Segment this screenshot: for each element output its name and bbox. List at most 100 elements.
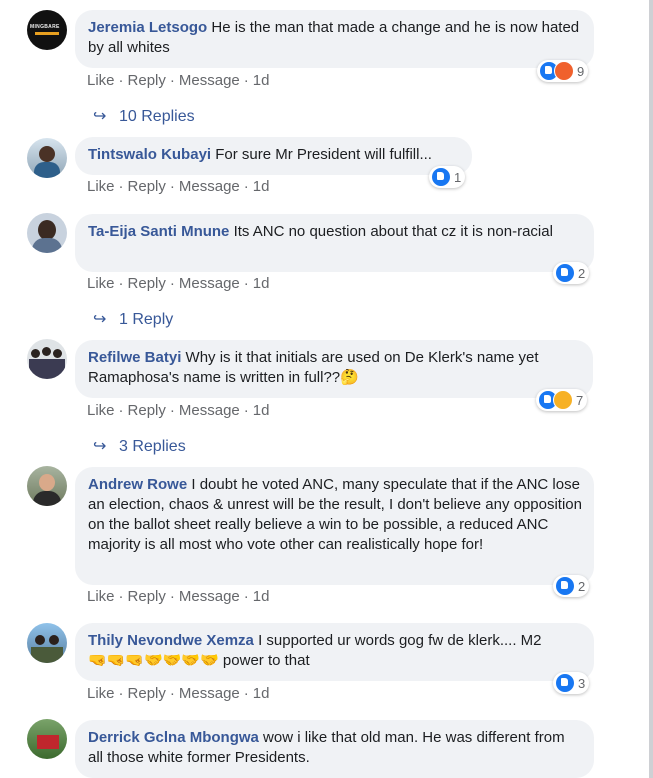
- message-link[interactable]: Message: [179, 275, 240, 292]
- avatar-figure: [32, 238, 62, 253]
- avatar-figure: [33, 491, 61, 506]
- comment-author[interactable]: Andrew Rowe: [88, 476, 187, 493]
- haha-reaction-icon: [553, 390, 573, 410]
- reply-link[interactable]: Reply: [128, 685, 166, 702]
- like-link[interactable]: Like: [87, 685, 115, 702]
- avatar[interactable]: [27, 466, 67, 506]
- comment-author[interactable]: Derrick Gclna Mbongwa: [88, 729, 259, 746]
- comment-text: Its ANC no question about that cz it is …: [233, 223, 553, 240]
- avatar-figure: [49, 635, 59, 645]
- comment-actions: Like · Reply · Message · 1d: [87, 72, 269, 89]
- reactions-summary[interactable]: 9: [537, 60, 589, 82]
- separator: ·: [169, 588, 175, 605]
- comment-bubble: Jeremia Letsogo He is the man that made …: [75, 10, 594, 68]
- avatar-figure: [39, 146, 55, 162]
- separator: ·: [169, 685, 175, 702]
- avatar-figure: [29, 359, 65, 379]
- like-link[interactable]: Like: [87, 588, 115, 605]
- comment-author[interactable]: Refilwe Batyi: [88, 349, 181, 366]
- avatar-figure: [39, 474, 55, 491]
- separator: ·: [118, 178, 124, 195]
- separator: ·: [243, 685, 249, 702]
- comment-bubble: Ta-Eija Santi Mnune Its ANC no question …: [75, 214, 594, 272]
- separator: ·: [243, 588, 249, 605]
- like-link[interactable]: Like: [87, 72, 115, 89]
- view-replies-link[interactable]: ↪ 1 Reply: [93, 309, 173, 329]
- comment-actions: Like · Reply · Message · 1d: [87, 402, 269, 419]
- avatar[interactable]: MINGBARE: [27, 10, 67, 50]
- reply-link[interactable]: Reply: [128, 178, 166, 195]
- separator: ·: [118, 275, 124, 292]
- emoji-row: 🤜🤜🤜🤝🤝🤝🤝: [88, 652, 219, 669]
- comment-author[interactable]: Ta-Eija Santi Mnune: [88, 223, 229, 240]
- reactions-count: 7: [576, 392, 584, 408]
- separator: ·: [243, 275, 249, 292]
- reply-link[interactable]: Reply: [128, 275, 166, 292]
- reply-arrow-icon: ↪: [93, 438, 107, 455]
- avatar-figure: [53, 349, 62, 358]
- angry-reaction-icon: [554, 61, 574, 81]
- reactions-summary[interactable]: 2: [553, 575, 590, 597]
- reply-link[interactable]: Reply: [128, 72, 166, 89]
- reactions-summary[interactable]: 2: [553, 262, 590, 284]
- separator: ·: [243, 72, 249, 89]
- replies-label: 10 Replies: [119, 108, 195, 125]
- reply-link[interactable]: Reply: [128, 402, 166, 419]
- message-link[interactable]: Message: [179, 178, 240, 195]
- separator: ·: [169, 275, 175, 292]
- message-link[interactable]: Message: [179, 588, 240, 605]
- like-link[interactable]: Like: [87, 178, 115, 195]
- message-link[interactable]: Message: [179, 685, 240, 702]
- comment-author[interactable]: Thily Nevondwe Xemza: [88, 632, 254, 649]
- timestamp[interactable]: 1d: [253, 178, 270, 195]
- like-link[interactable]: Like: [87, 275, 115, 292]
- avatar[interactable]: [27, 719, 67, 759]
- reactions-count: 2: [578, 265, 586, 281]
- message-link[interactable]: Message: [179, 72, 240, 89]
- separator: ·: [118, 588, 124, 605]
- comment-author[interactable]: Tintswalo Kubayi: [88, 146, 211, 163]
- separator: ·: [169, 72, 175, 89]
- comment-bubble: Thily Nevondwe Xemza I supported ur word…: [75, 623, 594, 681]
- comment-actions: Like · Reply · Message · 1d: [87, 275, 269, 292]
- timestamp[interactable]: 1d: [253, 72, 270, 89]
- avatar[interactable]: [27, 339, 67, 379]
- view-replies-link[interactable]: ↪ 3 Replies: [93, 436, 186, 456]
- timestamp[interactable]: 1d: [253, 275, 270, 292]
- separator: ·: [118, 402, 124, 419]
- comment-actions: Like · Reply · Message · 1d: [87, 685, 269, 702]
- separator: ·: [118, 685, 124, 702]
- reactions-summary[interactable]: 3: [553, 672, 590, 694]
- like-reaction-icon: [431, 167, 451, 187]
- message-link[interactable]: Message: [179, 402, 240, 419]
- separator: ·: [243, 402, 249, 419]
- reactions-summary[interactable]: 7: [536, 389, 588, 411]
- avatar-figure: [35, 635, 45, 645]
- comment-actions: Like · Reply · Message · 1d: [87, 588, 269, 605]
- reply-link[interactable]: Reply: [128, 588, 166, 605]
- scrollbar-track[interactable]: [649, 0, 653, 778]
- avatar-logo-accent: [35, 32, 59, 35]
- reactions-count: 1: [454, 169, 462, 185]
- reactions-summary[interactable]: 1: [429, 166, 466, 188]
- timestamp[interactable]: 1d: [253, 588, 270, 605]
- comment-text: I supported ur words gog fw de klerk....…: [258, 632, 542, 649]
- comment-author[interactable]: Jeremia Letsogo: [88, 19, 207, 36]
- comment-text-continued: power to that: [222, 652, 310, 669]
- comment-bubble: Refilwe Batyi Why is it that initials ar…: [75, 340, 593, 398]
- avatar-figure: [31, 349, 40, 358]
- replies-label: 1 Reply: [119, 311, 174, 328]
- timestamp[interactable]: 1d: [253, 402, 270, 419]
- avatar[interactable]: [27, 213, 67, 253]
- avatar[interactable]: [27, 623, 67, 663]
- avatar[interactable]: [27, 138, 67, 178]
- comment-bubble: Derrick Gclna Mbongwa wow i like that ol…: [75, 720, 594, 778]
- like-reaction-icon: [555, 576, 575, 596]
- view-replies-link[interactable]: ↪ 10 Replies: [93, 106, 195, 126]
- reactions-count: 9: [577, 63, 585, 79]
- avatar-figure: [37, 735, 59, 749]
- timestamp[interactable]: 1d: [253, 685, 270, 702]
- like-link[interactable]: Like: [87, 402, 115, 419]
- comment-bubble: Tintswalo Kubayi For sure Mr President w…: [75, 137, 472, 175]
- comment-first-line: Thily Nevondwe Xemza I supported ur word…: [88, 631, 582, 651]
